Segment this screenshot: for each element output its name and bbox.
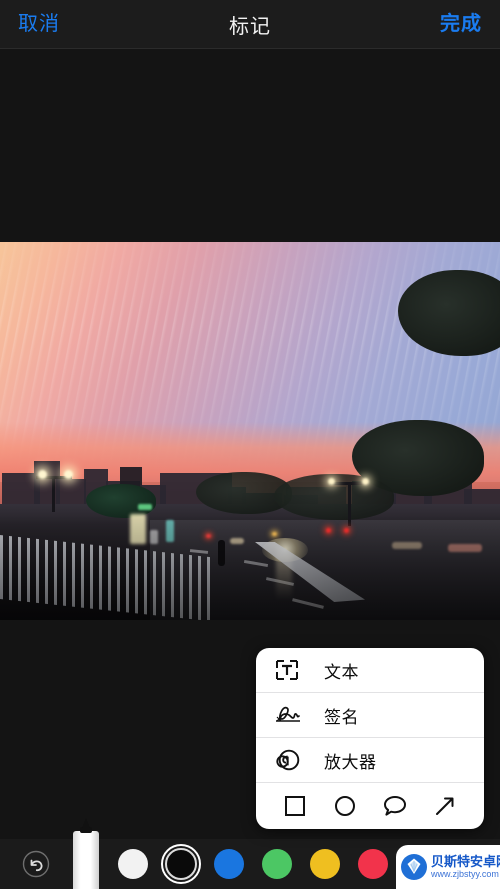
- top-navigation-bar: 取消 标记 完成: [0, 0, 500, 49]
- magnifier-icon: [274, 745, 308, 775]
- marker-pen-body: [73, 831, 99, 889]
- text-box-icon: [274, 655, 308, 685]
- photo-image[interactable]: [0, 242, 500, 620]
- arrow-shape-icon[interactable]: [430, 791, 460, 821]
- color-swatch-green[interactable]: [262, 849, 292, 879]
- popup-item-magnifier[interactable]: 放大器: [256, 738, 484, 783]
- color-swatch-red[interactable]: [358, 849, 388, 879]
- signature-icon: [274, 700, 308, 730]
- color-swatch-yellow[interactable]: [310, 849, 340, 879]
- marker-pen-tool[interactable]: [73, 817, 99, 889]
- popup-shape-row: [256, 783, 484, 829]
- popup-item-signature[interactable]: 签名: [256, 693, 484, 738]
- page-title: 标记: [229, 15, 271, 38]
- tree-silhouette: [86, 484, 156, 518]
- color-swatch-blue[interactable]: [214, 849, 244, 879]
- undo-icon[interactable]: [22, 850, 50, 878]
- popup-item-text-label: 文本: [324, 662, 359, 682]
- popup-item-signature-label: 签名: [324, 707, 359, 727]
- cyclist-silhouette: [218, 540, 225, 566]
- cancel-button[interactable]: 取消: [18, 14, 60, 34]
- circle-shape-icon[interactable]: [330, 791, 360, 821]
- popup-item-text[interactable]: 文本: [256, 648, 484, 693]
- markup-tools-popup: 文本 签名 放大器: [256, 648, 484, 829]
- markup-screen: 取消 标记 完成 文本 签名 放大器 贝斯特安卓 www.zjbstyy.com: [0, 0, 500, 889]
- speech-bubble-shape-icon[interactable]: [380, 791, 410, 821]
- color-swatch-white[interactable]: [118, 849, 148, 879]
- popup-item-magnifier-label: 放大器: [324, 752, 377, 772]
- done-button[interactable]: 完成: [440, 14, 482, 34]
- square-shape-icon[interactable]: [280, 791, 310, 821]
- color-swatch-black[interactable]: [161, 844, 201, 884]
- marker-pen-tip: [82, 818, 90, 828]
- color-swatch-list: [118, 839, 388, 889]
